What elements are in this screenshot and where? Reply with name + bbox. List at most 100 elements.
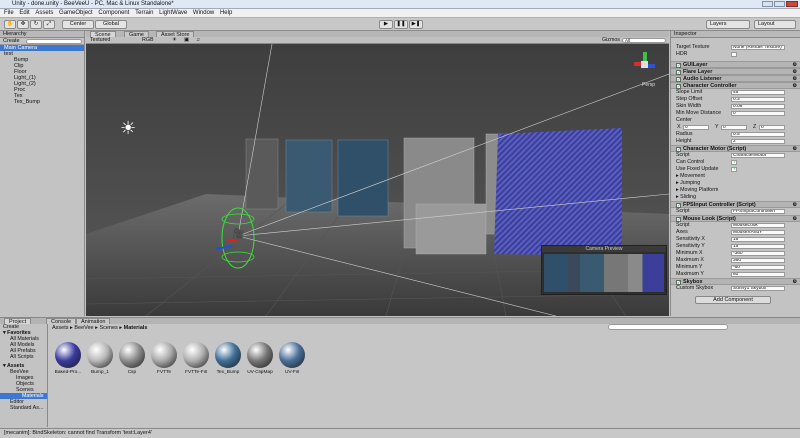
maximize-button[interactable] (774, 1, 785, 7)
menu-lightwave[interactable]: LightWave (159, 10, 187, 16)
height-field[interactable]: 2 (731, 139, 785, 144)
menu-component[interactable]: Component (98, 10, 129, 16)
mouse-look-header[interactable]: ✓ Mouse Look (Script) ⚙ (671, 215, 800, 222)
mouse-look-field[interactable]: 60 (731, 272, 785, 277)
light-icon[interactable]: ☀ (120, 119, 136, 137)
scene-fx-toggle[interactable]: ♫ (196, 37, 200, 44)
skybox-header[interactable]: ✓ Skybox ⚙ (671, 278, 800, 285)
breadcrumb-assets[interactable]: Assets (52, 325, 69, 331)
breadcrumb-scenes[interactable]: Scenes (99, 325, 117, 331)
mouse-look-field[interactable]: -360 (731, 251, 785, 256)
pivot-toggle[interactable]: Center (62, 20, 94, 29)
step-offset-label: Step Offset (676, 96, 703, 102)
breadcrumb-beevee[interactable]: BeeVee (74, 325, 93, 331)
add-component-button[interactable]: Add Component (695, 296, 771, 304)
layout-dropdown[interactable]: Layout (754, 20, 796, 29)
rotate-tool-button[interactable]: ↻ (30, 20, 42, 29)
window-title: Unity - done.unity - BeeVeeU - PC, Mac &… (12, 1, 174, 7)
mouse-look-field[interactable]: 15 (731, 237, 785, 242)
breadcrumb-materials[interactable]: Materials (124, 325, 148, 331)
layers-dropdown[interactable]: Layers (706, 20, 750, 29)
mouse-look-label: Sensitivity X (676, 236, 705, 242)
material-asset[interactable]: Bump_1 (86, 342, 114, 375)
material-asset[interactable]: FVTTe-Fill (182, 342, 210, 375)
audio-listener-header[interactable]: ✓ Audio Listener ⚙ (671, 75, 800, 82)
material-asset[interactable]: Baked-Pro... (54, 342, 82, 375)
hdr-checkbox[interactable] (731, 52, 737, 57)
mouse-look-field[interactable]: 15 (731, 244, 785, 249)
motor-foldout[interactable]: ▸ Sliding (671, 194, 800, 201)
menu-help[interactable]: Help (220, 10, 232, 16)
play-button[interactable]: ▶ (379, 20, 393, 29)
gizmo-center[interactable] (641, 61, 648, 68)
motor-foldout[interactable]: ▸ Moving Platform (671, 187, 800, 194)
step-offset-field[interactable]: 0.3 (731, 97, 785, 102)
motor-foldout[interactable]: ▸ Movement (671, 173, 800, 180)
material-asset[interactable]: UV-Fill (278, 342, 306, 375)
favorite-item[interactable]: All Scripts (0, 354, 47, 360)
center-y-field[interactable]: 0 (721, 125, 747, 130)
use-fixed-update-checkbox[interactable]: ✓ (731, 167, 737, 172)
custom-skybox-field[interactable]: Sunny1 Skybox (731, 286, 785, 291)
motor-script-field[interactable]: CharacterMotor (731, 153, 785, 158)
menu-file[interactable]: File (4, 10, 14, 16)
move-tool-button[interactable]: ✥ (17, 20, 29, 29)
menu-terrain[interactable]: Terrain (135, 10, 153, 16)
space-toggle[interactable]: Global (95, 20, 127, 29)
skin-width-field[interactable]: 0.08 (731, 104, 785, 109)
camera-icon[interactable]: 🎥 (232, 230, 244, 240)
center-x-field[interactable]: 0 (683, 125, 709, 130)
flare-layer-header[interactable]: ✓ Flare Layer ⚙ (671, 68, 800, 75)
menu-edit[interactable]: Edit (19, 10, 29, 16)
mouse-look-field[interactable]: -60 (731, 265, 785, 270)
material-asset[interactable]: FVTTe (150, 342, 178, 375)
hierarchy-item[interactable]: Tex_Bump (0, 99, 84, 105)
pause-button[interactable]: ❚❚ (394, 20, 408, 29)
hierarchy-tab[interactable]: Hierarchy (0, 31, 84, 38)
min-move-distance-field[interactable]: 0 (731, 111, 785, 116)
material-asset[interactable]: UV-ClipMap (246, 342, 274, 375)
scene-lighting-toggle[interactable]: ☀ (172, 37, 177, 44)
gui-layer-header[interactable]: ✓ GUILayer ⚙ (671, 61, 800, 68)
scene-view[interactable]: ☀ 🎥 Persp Camera Preview (86, 44, 669, 316)
inspector-tab[interactable]: Inspector (671, 31, 800, 38)
radius-field[interactable]: 0.5 (731, 132, 785, 137)
slope-limit-field[interactable]: 45 (731, 90, 785, 95)
create-dropdown[interactable]: Create (3, 38, 20, 45)
character-controller-header[interactable]: ✓ Character Controller ⚙ (671, 82, 800, 89)
status-message[interactable]: [mecanim]: BindSkeleton: cannot find Tra… (4, 430, 152, 436)
mouse-look-field[interactable]: 360 (731, 258, 785, 263)
fps-script-field[interactable]: FPSInputControllerr (731, 209, 785, 214)
gizmos-dropdown[interactable]: Gizmos (602, 37, 620, 44)
can-control-checkbox[interactable]: ✓ (731, 160, 737, 165)
minimize-button[interactable] (762, 1, 773, 7)
hierarchy-search[interactable] (26, 39, 82, 44)
material-preview-icon (55, 342, 81, 368)
radius-row: Radius 0.5 (671, 131, 800, 138)
fps-input-header[interactable]: ✓ FPSInput Controller (Script) ⚙ (671, 201, 800, 208)
menu-window[interactable]: Window (193, 10, 214, 16)
hand-tool-button[interactable]: ✋ (4, 20, 16, 29)
project-search[interactable] (608, 324, 728, 330)
material-asset[interactable]: Clip (118, 342, 146, 375)
material-asset[interactable]: Tex_Bump (214, 342, 242, 375)
scale-tool-button[interactable]: ⤢ (43, 20, 55, 29)
clip-wall (245, 138, 279, 210)
close-button[interactable] (786, 1, 798, 7)
menu-assets[interactable]: Assets (35, 10, 53, 16)
scene-image-toggle[interactable]: ▣ (184, 37, 189, 44)
render-dropdown[interactable]: RGB (142, 37, 153, 44)
center-z-field[interactable]: 0 (759, 125, 785, 130)
menu-gameobject[interactable]: GameObject (59, 10, 93, 16)
mouse-look-field[interactable]: MouseLook (731, 223, 785, 228)
target-texture-field[interactable]: None (Render Texture) (731, 45, 785, 50)
shading-dropdown[interactable]: Textured (90, 37, 110, 44)
gizmo-z-axis[interactable] (647, 64, 655, 68)
scene-orientation-gizmo[interactable] (632, 52, 658, 78)
character-motor-header[interactable]: ✓ Character Motor (Script) ⚙ (671, 145, 800, 152)
motor-foldout[interactable]: ▸ Jumping (671, 180, 800, 187)
scene-search[interactable]: All (622, 38, 666, 43)
mouse-look-field[interactable]: MouseXAndY (731, 230, 785, 235)
step-button[interactable]: ▶❚ (409, 20, 423, 29)
asset-folder-item[interactable]: Standard As... (0, 405, 47, 411)
